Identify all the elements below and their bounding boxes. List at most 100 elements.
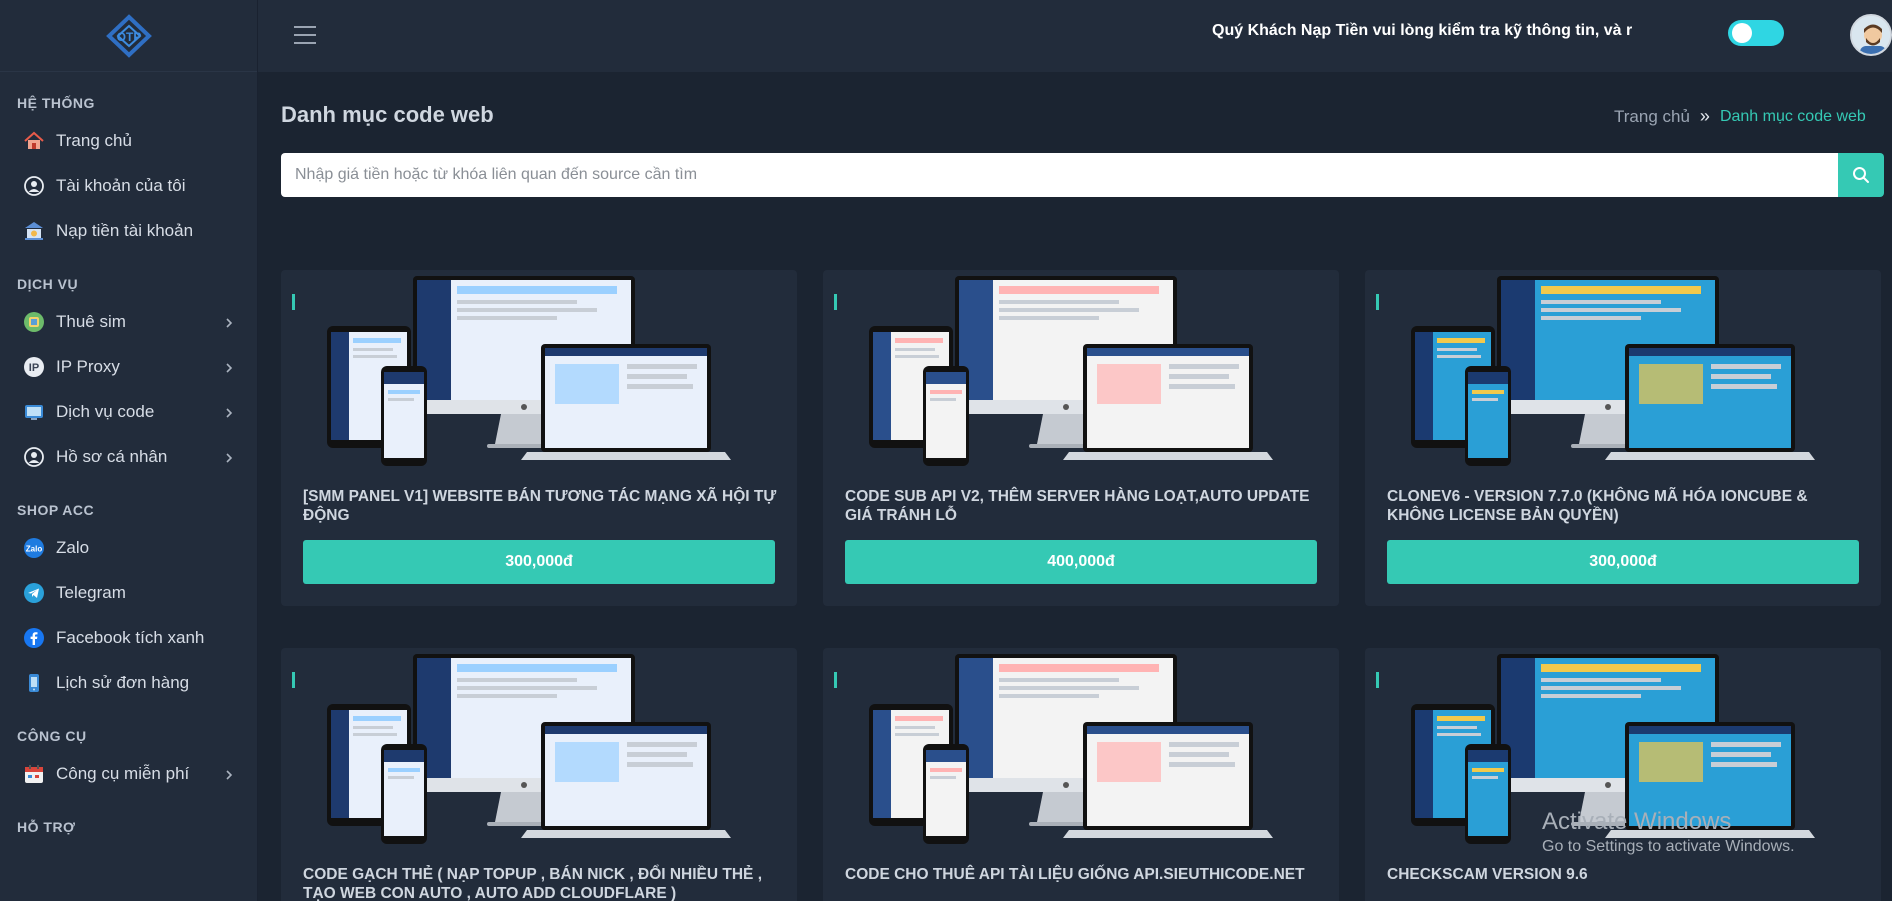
user-icon (22, 174, 46, 198)
breadcrumb-current: Danh mục code web (1719, 107, 1866, 125)
product-card[interactable]: CODE SUB API V2, THÊM SERVER HÀNG LOẠT,A… (823, 270, 1339, 606)
proxy-icon: IP (22, 355, 46, 379)
profile-icon (22, 445, 46, 469)
sidebar-section-title: CÔNG CỤ (17, 728, 87, 744)
avatar-icon (1852, 16, 1890, 54)
sidebar-item[interactable]: Công cụ miễn phí (0, 751, 257, 796)
sidebar-item-label: IP Proxy (56, 356, 120, 376)
user-avatar[interactable] (1850, 14, 1892, 56)
telegram-icon (22, 581, 46, 605)
product-card[interactable]: CODE CHO THUÊ API TÀI LIỆU GIỐNG API.SIE… (823, 648, 1339, 901)
sidebar-item[interactable]: Hồ sơ cá nhân (0, 434, 257, 479)
calendar-icon (22, 762, 46, 786)
sidebar-section-title: HỖ TRỢ (17, 819, 76, 835)
sidebar-item[interactable]: Facebook tích xanh (0, 615, 257, 660)
product-title[interactable]: CLONEV6 - VERSION 7.7.0 (KHÔNG MÃ HÓA IO… (1387, 487, 1863, 525)
price-button[interactable]: 400,000đ (845, 540, 1317, 584)
sidebar-section: CÔNG CỤ Công cụ miễn phí (0, 721, 257, 796)
product-title[interactable]: CHECKSCAM VERSION 9.6 (1387, 865, 1863, 884)
sidebar-item-label: Nạp tiền tài khoản (56, 220, 194, 240)
toggle-knob (1732, 23, 1752, 43)
bank-icon (22, 219, 46, 243)
sidebar-item-label: Công cụ miễn phí (56, 763, 190, 783)
zalo-icon: Zalo (22, 536, 46, 560)
product-title[interactable]: CODE CHO THUÊ API TÀI LIỆU GIỐNG API.SIE… (845, 865, 1321, 884)
card-accent-bar (1376, 294, 1379, 310)
svg-text:Zalo: Zalo (26, 544, 43, 553)
sidebar: OTP HỆ THỐNG Trang chủ Tài khoản của tôi Nạ… (0, 0, 258, 901)
sidebar-item[interactable]: Nạp tiền tài khoản (0, 208, 257, 253)
sidebar-item-label: Zalo (56, 537, 90, 557)
card-accent-bar (834, 294, 837, 310)
sidebar-section-title: DỊCH VỤ (17, 276, 79, 292)
search-input[interactable] (281, 153, 1839, 197)
sidebar-item-label: Hồ sơ cá nhân (56, 446, 168, 466)
card-accent-bar (292, 672, 295, 688)
product-thumbnail[interactable] (321, 652, 757, 852)
price-button[interactable]: 300,000đ (1387, 540, 1859, 584)
chevron-right-icon (223, 406, 235, 418)
code-icon (22, 400, 46, 424)
logo[interactable]: OTP (0, 0, 257, 72)
sidebar-section-title: SHOP ACC (17, 502, 95, 518)
breadcrumb: Trang chủ » Danh mục code web (1614, 106, 1866, 127)
card-accent-bar (292, 294, 295, 310)
windows-watermark: Activate Windows Go to Settings to activ… (1542, 808, 1795, 856)
sidebar-item[interactable]: Lịch sử đơn hàng (0, 660, 257, 705)
sidebar-section: HỖ TRỢ (0, 812, 257, 842)
sidebar-item[interactable]: Thuê sim (0, 299, 257, 344)
facebook-icon (22, 626, 46, 650)
sidebar-section-title: HỆ THỐNG (17, 95, 95, 111)
sidebar-item-label: Facebook tích xanh (56, 627, 205, 647)
svg-text:OTP: OTP (116, 30, 141, 44)
chevron-right-icon (223, 361, 235, 373)
sidebar-item[interactable]: Dịch vụ code (0, 389, 257, 434)
otp-logo-icon: OTP (105, 13, 152, 58)
product-card[interactable]: [SMM PANEL V1] WEBSITE BÁN TƯƠNG TÁC MẠN… (281, 270, 797, 606)
sidebar-item-label: Dịch vụ code (56, 401, 155, 421)
sidebar-section: HỆ THỐNG Trang chủ Tài khoản của tôi Nạp ti… (0, 88, 257, 253)
breadcrumb-home[interactable]: Trang chủ (1614, 107, 1690, 127)
search-button[interactable] (1838, 153, 1884, 197)
sidebar-item[interactable]: Telegram (0, 570, 257, 615)
sidebar-section: SHOP ACC Zalo Zalo Telegram Facebook tích xa… (0, 495, 257, 705)
chevron-right-icon (223, 451, 235, 463)
product-thumbnail[interactable] (863, 652, 1299, 852)
menu-toggle-icon[interactable] (294, 26, 316, 44)
product-thumbnail[interactable] (321, 274, 757, 474)
sidebar-section: DỊCH VỤ Thuê sim IP IP Proxy Dịch vụ code Hồ … (0, 269, 257, 479)
watermark-line1: Activate Windows (1542, 808, 1732, 835)
product-title[interactable]: [SMM PANEL V1] WEBSITE BÁN TƯƠNG TÁC MẠN… (303, 487, 779, 525)
chevron-right-icon (223, 316, 235, 328)
sidebar-item-label: Telegram (56, 582, 126, 602)
product-card[interactable]: CHECKSCAM VERSION 9.6 (1365, 648, 1881, 901)
watermark-line2: Go to Settings to activate Windows. (1542, 838, 1795, 855)
sidebar-item-label: Trang chủ (56, 130, 132, 150)
sidebar-item-label: Thuê sim (56, 311, 126, 331)
card-accent-bar (834, 672, 837, 688)
card-accent-bar (1376, 672, 1379, 688)
history-icon (22, 671, 46, 695)
sidebar-item-label: Lịch sử đơn hàng (56, 672, 190, 692)
product-thumbnail[interactable] (1405, 274, 1841, 474)
price-button[interactable]: 300,000đ (303, 540, 775, 584)
product-card[interactable]: CLONEV6 - VERSION 7.7.0 (KHÔNG MÃ HÓA IO… (1365, 270, 1881, 606)
home-icon (22, 129, 46, 153)
sidebar-item-label: Tài khoản của tôi (56, 175, 186, 195)
product-title[interactable]: CODE SUB API V2, THÊM SERVER HÀNG LOẠT,A… (845, 487, 1321, 525)
svg-text:IP: IP (29, 362, 39, 374)
sim-icon (22, 310, 46, 334)
chevron-right-icon (223, 768, 235, 780)
search-icon (1853, 167, 1869, 183)
top-header: Quý Khách Nạp Tiền vui lòng kiểm tra kỹ … (258, 0, 1892, 72)
product-card[interactable]: CODE GẠCH THẺ ( NẠP TOPUP , BÁN NICK , Đ… (281, 648, 797, 901)
product-thumbnail[interactable] (863, 274, 1299, 474)
product-title[interactable]: CODE GẠCH THẺ ( NẠP TOPUP , BÁN NICK , Đ… (303, 865, 779, 901)
sidebar-item[interactable]: Tài khoản của tôi (0, 163, 257, 208)
page-title: Danh mục code web (281, 102, 494, 127)
theme-toggle[interactable] (1728, 20, 1784, 46)
sidebar-item[interactable]: Trang chủ (0, 118, 257, 163)
sidebar-item[interactable]: Zalo Zalo (0, 525, 257, 570)
breadcrumb-separator: » (1699, 106, 1710, 126)
sidebar-item[interactable]: IP IP Proxy (0, 344, 257, 389)
